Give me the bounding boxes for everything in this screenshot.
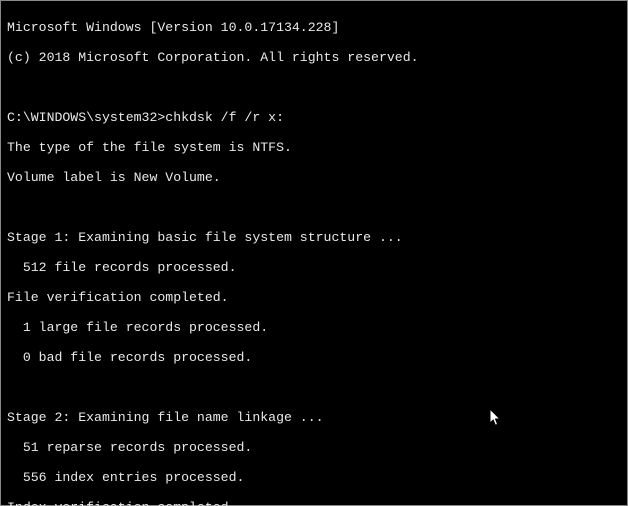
stage2-line: Index verification completed. (7, 500, 621, 506)
stage1-line: 0 bad file records processed. (7, 350, 621, 365)
typed-command: chkdsk /f /r x: (165, 110, 284, 125)
blank-line (7, 380, 621, 395)
blank-line (7, 200, 621, 215)
os-banner-line2: (c) 2018 Microsoft Corporation. All righ… (7, 50, 621, 65)
stage1-line: 1 large file records processed. (7, 320, 621, 335)
stage1-line: File verification completed. (7, 290, 621, 305)
output-vol-label: Volume label is New Volume. (7, 170, 621, 185)
stage2-line: 51 reparse records processed. (7, 440, 621, 455)
stage1-title: Stage 1: Examining basic file system str… (7, 230, 621, 245)
blank-line (7, 80, 621, 95)
stage2-title: Stage 2: Examining file name linkage ... (7, 410, 621, 425)
prompt-path: C:\WINDOWS\system32> (7, 110, 165, 125)
stage1-line: 512 file records processed. (7, 260, 621, 275)
command-prompt-window[interactable]: Microsoft Windows [Version 10.0.17134.22… (0, 0, 628, 506)
stage2-line: 556 index entries processed. (7, 470, 621, 485)
output-fs-type: The type of the file system is NTFS. (7, 140, 621, 155)
os-banner-line1: Microsoft Windows [Version 10.0.17134.22… (7, 20, 621, 35)
prompt-line: C:\WINDOWS\system32>chkdsk /f /r x: (7, 110, 621, 125)
